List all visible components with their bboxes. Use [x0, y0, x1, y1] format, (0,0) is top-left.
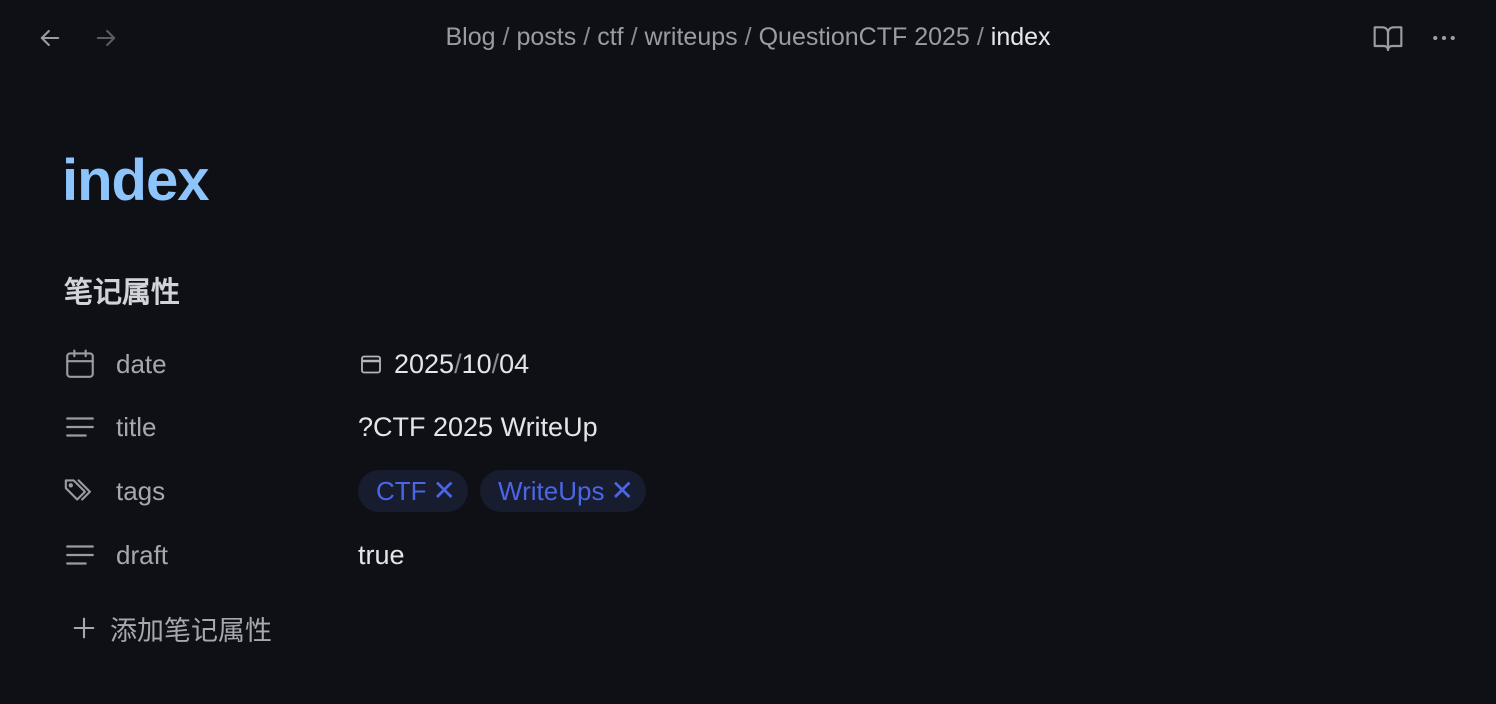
- property-value-tags: CTF ✕ WriteUps ✕: [358, 467, 658, 515]
- breadcrumb-separator: /: [976, 23, 984, 51]
- more-horizontal-icon: [1433, 35, 1455, 41]
- breadcrumb-item-current[interactable]: index: [991, 23, 1051, 51]
- date-separator: /: [454, 348, 462, 379]
- property-value-draft[interactable]: true: [358, 531, 405, 579]
- tag-pill-ctf[interactable]: CTF ✕: [358, 470, 469, 512]
- property-row-tags: tags CTF ✕ WriteUps ✕: [62, 467, 862, 515]
- property-value-title[interactable]: ?CTF 2025 WriteUp: [358, 403, 598, 451]
- property-key-label: draft: [116, 539, 169, 570]
- property-key-date[interactable]: date: [62, 340, 342, 388]
- property-key-title[interactable]: title: [62, 403, 342, 451]
- breadcrumb-item-blog[interactable]: Blog: [445, 23, 495, 51]
- breadcrumb-item-ctf[interactable]: ctf: [597, 23, 623, 51]
- property-row-title: title ?CTF 2025 WriteUp: [62, 403, 862, 451]
- breadcrumb-item-questionctf-2025[interactable]: QuestionCTF 2025: [759, 23, 970, 51]
- tag-label: WriteUps: [498, 475, 605, 506]
- more-options-button[interactable]: [1426, 20, 1462, 56]
- property-value-date[interactable]: 2025/10/04: [358, 340, 529, 388]
- property-key-draft[interactable]: draft: [62, 531, 342, 579]
- add-property-label: 添加笔记属性: [110, 615, 272, 646]
- text-lines-icon: [62, 409, 98, 445]
- property-row-date: date 2025/10/04: [62, 340, 862, 388]
- calendar-icon: [62, 346, 98, 382]
- tag-remove-icon[interactable]: ✕: [433, 477, 456, 505]
- date-day: 04: [499, 348, 530, 379]
- breadcrumb-separator: /: [583, 23, 591, 51]
- date-picker-icon[interactable]: [358, 351, 384, 377]
- plus-icon: [68, 612, 100, 644]
- tag-remove-icon[interactable]: ✕: [610, 477, 633, 505]
- date-separator: /: [491, 348, 500, 379]
- property-key-label: title: [116, 411, 157, 442]
- tags-icon: [62, 473, 98, 509]
- book-open-icon: [1373, 26, 1403, 52]
- properties-heading[interactable]: 笔记属性: [64, 274, 180, 312]
- breadcrumb-item-posts[interactable]: posts: [516, 23, 576, 51]
- breadcrumb-item-writeups[interactable]: writeups: [645, 23, 738, 51]
- note-view: Blog / posts / ctf / writeups / QuestionCTF 2025…: [0, 0, 1496, 704]
- property-row-draft: draft true: [62, 531, 862, 579]
- date-year: 2025: [394, 348, 455, 379]
- text-lines-icon: [62, 537, 98, 573]
- breadcrumb: Blog / posts / ctf / writeups / QuestionCTF 2025…: [0, 20, 1496, 54]
- tag-pill-writeups[interactable]: WriteUps ✕: [480, 470, 646, 512]
- property-key-tags[interactable]: tags: [62, 467, 342, 515]
- breadcrumb-separator: /: [630, 23, 638, 51]
- date-month: 10: [461, 348, 492, 379]
- add-property-button[interactable]: 添加笔记属性: [68, 606, 272, 650]
- breadcrumb-separator: /: [744, 23, 752, 51]
- tag-label: CTF: [376, 475, 427, 506]
- reading-view-button[interactable]: [1370, 20, 1406, 56]
- note-title[interactable]: index: [62, 146, 209, 216]
- breadcrumb-separator: /: [502, 23, 510, 51]
- top-bar: Blog / posts / ctf / writeups / QuestionCTF 2025…: [0, 0, 1496, 74]
- property-key-label: tags: [116, 475, 166, 506]
- property-key-label: date: [116, 348, 167, 379]
